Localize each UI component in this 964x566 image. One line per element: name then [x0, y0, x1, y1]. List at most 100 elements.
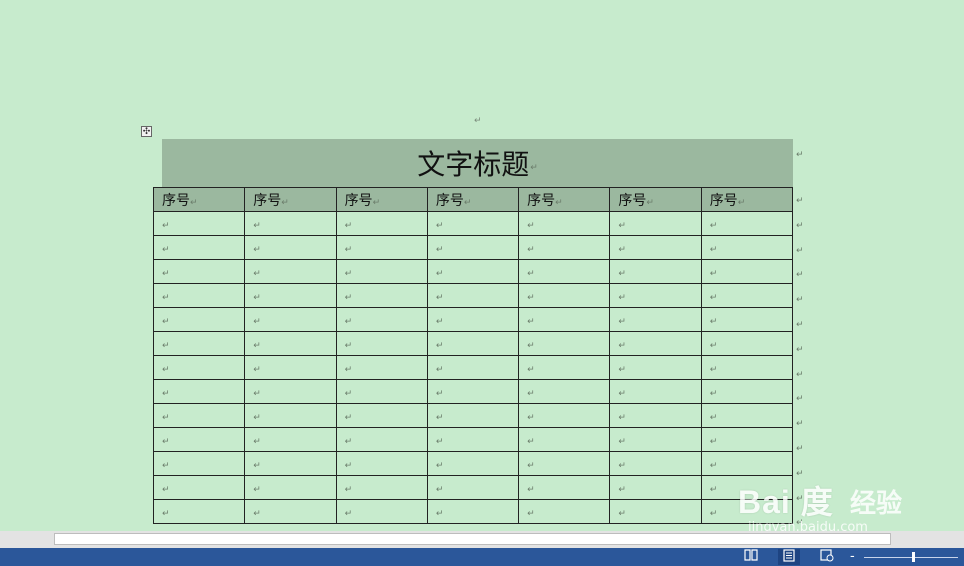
table-cell[interactable]: ↵ — [426, 379, 520, 404]
table-cell[interactable]: ↵ — [335, 427, 428, 452]
table-cell[interactable]: ↵ — [518, 499, 611, 524]
table-cell[interactable]: ↵ — [518, 355, 611, 380]
table-cell[interactable]: ↵ — [518, 307, 611, 332]
table-cell[interactable]: ↵ — [700, 403, 794, 428]
table-cell[interactable]: ↵ — [518, 331, 611, 356]
table-cell[interactable]: ↵ — [152, 499, 246, 524]
table-cell[interactable]: ↵ — [335, 499, 428, 524]
table-cell[interactable]: ↵ — [244, 259, 337, 284]
table-cell[interactable]: ↵ — [152, 475, 246, 500]
table-cell[interactable]: ↵ — [152, 235, 246, 260]
table-cell[interactable]: ↵ — [426, 235, 520, 260]
table-cell[interactable]: ↵ — [700, 235, 794, 260]
table-cell[interactable]: ↵ — [518, 451, 611, 476]
table-cell[interactable]: ↵ — [335, 307, 428, 332]
zoom-out-button[interactable]: - — [850, 548, 855, 566]
data-table[interactable]: 序号↵ 序号↵ 序号↵ 序号↵ 序号↵ 序号↵ 序号↵ ↵ ↵ ↵ ↵ ↵ ↵ ↵ ↵ ↵ ↵ ↵ ↵ ↵ ↵ ↵ ↵ ↵ ↵… — [152, 187, 794, 524]
table-cell[interactable]: ↵ — [518, 403, 611, 428]
table-cell[interactable]: ↵ — [426, 355, 520, 380]
table-cell[interactable]: ↵ — [244, 283, 337, 308]
scrollbar-thumb[interactable] — [54, 533, 891, 545]
table-cell[interactable]: ↵ — [426, 283, 520, 308]
table-cell[interactable]: ↵ — [609, 331, 702, 356]
table-cell[interactable]: ↵ — [152, 427, 246, 452]
table-cell[interactable]: ↵ — [609, 283, 702, 308]
table-cell[interactable]: ↵ — [609, 403, 702, 428]
header-cell[interactable]: 序号↵ — [426, 187, 520, 212]
table-cell[interactable]: ↵ — [426, 259, 520, 284]
table-cell[interactable]: ↵ — [609, 499, 702, 524]
table-cell[interactable]: ↵ — [426, 331, 520, 356]
table-cell[interactable]: ↵ — [426, 451, 520, 476]
print-layout-icon[interactable] — [778, 549, 800, 565]
table-cell[interactable]: ↵ — [609, 307, 702, 332]
table-cell[interactable]: ↵ — [518, 283, 611, 308]
header-cell[interactable]: 序号↵ — [152, 187, 246, 212]
table-cell[interactable]: ↵ — [244, 403, 337, 428]
table-cell[interactable]: ↵ — [244, 379, 337, 404]
table-cell[interactable]: ↵ — [609, 259, 702, 284]
table-cell[interactable]: ↵ — [244, 451, 337, 476]
table-cell[interactable]: ↵ — [244, 331, 337, 356]
table-cell[interactable]: ↵ — [609, 451, 702, 476]
header-cell[interactable]: 序号↵ — [518, 187, 611, 212]
table-cell[interactable]: ↵ — [700, 283, 794, 308]
table-move-handle-icon[interactable]: ✣ — [141, 126, 152, 137]
table-cell[interactable]: ↵ — [609, 379, 702, 404]
table-cell[interactable]: ↵ — [335, 355, 428, 380]
zoom-slider-thumb[interactable] — [912, 552, 915, 562]
table-cell[interactable]: ↵ — [152, 307, 246, 332]
table-cell[interactable]: ↵ — [335, 211, 428, 236]
table-cell[interactable]: ↵ — [152, 355, 246, 380]
table-cell[interactable]: ↵ — [700, 307, 794, 332]
table-cell[interactable]: ↵ — [700, 331, 794, 356]
zoom-slider[interactable] — [864, 557, 958, 558]
table-cell[interactable]: ↵ — [244, 475, 337, 500]
table-cell[interactable]: ↵ — [426, 307, 520, 332]
table-cell[interactable]: ↵ — [518, 211, 611, 236]
table-title-row[interactable]: 文字标题 ↵ — [162, 139, 793, 187]
table-cell[interactable]: ↵ — [152, 283, 246, 308]
horizontal-scrollbar[interactable] — [0, 531, 964, 548]
table-cell[interactable]: ↵ — [152, 451, 246, 476]
table-cell[interactable]: ↵ — [426, 475, 520, 500]
table-cell[interactable]: ↵ — [244, 499, 337, 524]
header-cell[interactable]: 序号↵ — [609, 187, 702, 212]
table-cell[interactable]: ↵ — [609, 475, 702, 500]
header-cell[interactable]: 序号↵ — [335, 187, 428, 212]
table-cell[interactable]: ↵ — [335, 331, 428, 356]
table-cell[interactable]: ↵ — [152, 379, 246, 404]
table-cell[interactable]: ↵ — [152, 259, 246, 284]
read-mode-icon[interactable] — [740, 549, 762, 565]
web-layout-icon[interactable] — [816, 549, 838, 565]
table-cell[interactable]: ↵ — [700, 427, 794, 452]
table-cell[interactable]: ↵ — [426, 211, 520, 236]
table-cell[interactable]: ↵ — [609, 211, 702, 236]
table-cell[interactable]: ↵ — [244, 427, 337, 452]
table-cell[interactable]: ↵ — [335, 475, 428, 500]
table-cell[interactable]: ↵ — [700, 211, 794, 236]
table-cell[interactable]: ↵ — [700, 355, 794, 380]
table-cell[interactable]: ↵ — [335, 259, 428, 284]
table-cell[interactable]: ↵ — [518, 427, 611, 452]
table-cell[interactable]: ↵ — [426, 403, 520, 428]
table-cell[interactable]: ↵ — [335, 283, 428, 308]
table-cell[interactable]: ↵ — [335, 379, 428, 404]
table-cell[interactable]: ↵ — [700, 259, 794, 284]
table-cell[interactable]: ↵ — [426, 499, 520, 524]
header-cell[interactable]: 序号↵ — [244, 187, 337, 212]
table-cell[interactable]: ↵ — [244, 235, 337, 260]
header-cell[interactable]: 序号↵ — [700, 187, 794, 212]
table-cell[interactable]: ↵ — [244, 211, 337, 236]
table-cell[interactable]: ↵ — [609, 427, 702, 452]
table-cell[interactable]: ↵ — [335, 403, 428, 428]
table-cell[interactable]: ↵ — [426, 427, 520, 452]
table-cell[interactable]: ↵ — [335, 451, 428, 476]
table-cell[interactable]: ↵ — [244, 355, 337, 380]
table-cell[interactable]: ↵ — [518, 475, 611, 500]
table-cell[interactable]: ↵ — [700, 379, 794, 404]
table-cell[interactable]: ↵ — [244, 307, 337, 332]
table-cell[interactable]: ↵ — [335, 235, 428, 260]
table-cell[interactable]: ↵ — [518, 235, 611, 260]
table-cell[interactable]: ↵ — [152, 211, 246, 236]
